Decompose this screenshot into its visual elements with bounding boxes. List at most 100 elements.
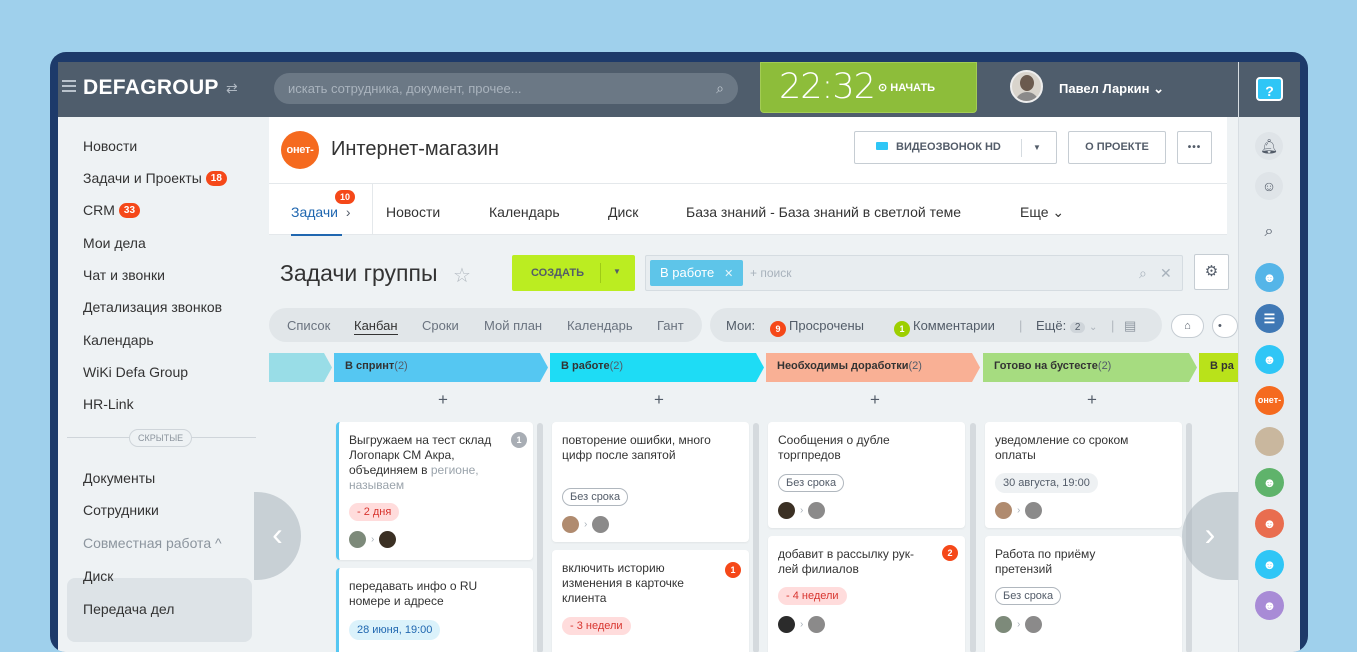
view-gantt[interactable]: Гант (657, 318, 684, 333)
column-scrollbar[interactable] (753, 423, 759, 652)
robot-icon[interactable]: ⌂ (1171, 314, 1204, 338)
task-card[interactable]: включить историю изменения в карточке кл… (552, 550, 749, 652)
user-menu[interactable]: Павел Ларкин ⌄ (1059, 81, 1164, 97)
contact-avatar[interactable]: ☻ (1255, 468, 1284, 497)
task-card[interactable]: добавит в рассылку рук-лей филиалов 2 - … (768, 536, 965, 652)
tab-more[interactable]: Еще ⌄ (1020, 204, 1064, 221)
deadline-tag[interactable]: - 2 дня (349, 503, 400, 521)
project-avatar[interactable]: онет- (1255, 386, 1284, 415)
avatar[interactable] (808, 616, 826, 634)
chat-icon[interactable]: ▤ (1124, 318, 1136, 334)
switch-icon[interactable]: ⇄ (226, 80, 238, 97)
search-input[interactable]: искать сотрудника, документ, прочее... ⌕ (274, 73, 738, 104)
task-card[interactable]: повторение ошибки, много цифр после запя… (552, 422, 749, 542)
avatar[interactable] (995, 616, 1012, 634)
bell-icon[interactable]: 🔔︎ (1255, 132, 1283, 160)
gear-icon[interactable]: ⚙ (1194, 254, 1229, 290)
column-scrollbar[interactable] (537, 423, 543, 652)
star-icon[interactable]: ☆ (453, 263, 471, 288)
avatar[interactable] (778, 502, 795, 520)
comments-counter[interactable]: 1 Комментарии (894, 318, 995, 337)
column-ready-header[interactable]: Готово на бустесте(2) (983, 353, 1111, 382)
avatar[interactable] (995, 502, 1012, 520)
view-kanban[interactable]: Канбан (354, 318, 398, 335)
tab-news[interactable]: Новости (386, 204, 440, 220)
sidebar-item-wiki[interactable]: WiKi Defa Group (83, 364, 188, 380)
deadline-tag[interactable]: - 3 недели (562, 617, 631, 635)
close-icon[interactable]: ✕ (724, 268, 733, 280)
add-task-button[interactable]: + (654, 390, 664, 410)
more-options-icon[interactable]: • (1212, 314, 1238, 338)
sidebar-item-documents[interactable]: Документы (83, 470, 155, 486)
task-card[interactable]: Работа по приёму претензий Без срока › (985, 536, 1182, 652)
contact-avatar[interactable]: ☻ (1255, 591, 1284, 620)
filter-search[interactable]: В работе ✕ + поиск ⌕ ✕ (645, 255, 1183, 291)
add-task-button[interactable]: + (1087, 390, 1097, 410)
work-timer[interactable]: 22:32 ⊙ НАЧАТЬ (760, 62, 977, 113)
chevron-down-icon[interactable]: ▼ (613, 267, 621, 276)
avatar[interactable] (1025, 502, 1043, 520)
chat-icon[interactable]: ☺ (1255, 172, 1283, 200)
more-button[interactable]: ••• (1177, 131, 1212, 164)
contact-avatar[interactable]: ☻ (1255, 509, 1284, 538)
sidebar-item-my-affairs[interactable]: Мои дела (83, 235, 146, 251)
tab-tasks[interactable]: Задачи › (291, 204, 351, 220)
user-avatar[interactable] (1010, 70, 1043, 103)
avatar[interactable] (592, 516, 610, 534)
overdue-counter[interactable]: 9 Просрочены (770, 318, 864, 337)
tab-disk[interactable]: Диск (608, 204, 638, 220)
create-button[interactable]: СОЗДАТЬ ▼ (512, 255, 635, 291)
sidebar-item-calendar[interactable]: Календарь (83, 332, 154, 348)
sidebar-item-transfer[interactable]: Передача дел (83, 601, 174, 617)
column-scrollbar[interactable] (970, 423, 976, 652)
sidebar-item-news[interactable]: Новости (83, 138, 137, 154)
video-call-button[interactable]: ВИДЕОЗВОНОК HD ▼ (854, 131, 1057, 164)
start-button[interactable]: ⊙ НАЧАТЬ (878, 81, 935, 94)
project-logo[interactable]: онет- (281, 131, 319, 169)
group-chat-avatar[interactable]: ☰ (1255, 304, 1284, 333)
chevron-down-icon[interactable]: ▼ (1033, 132, 1041, 163)
contact-avatar[interactable] (1255, 427, 1284, 456)
contact-avatar[interactable]: ☻ (1255, 345, 1284, 374)
column-inwork-header[interactable]: В работе(2) (550, 353, 623, 382)
task-card[interactable]: передавать инфо о RU номере и адресе 28 … (336, 568, 533, 652)
more-counters[interactable]: Ещё: 2 ⌄ (1036, 318, 1097, 333)
deadline-tag[interactable]: Без срока (562, 488, 629, 506)
sidebar-item-tasks[interactable]: Задачи и Проекты 18 (83, 170, 227, 186)
sidebar-item-hrlink[interactable]: HR-Link (83, 396, 134, 412)
avatar[interactable] (349, 531, 366, 549)
task-card[interactable]: Сообщения о дубле торгпредов Без срока › (768, 422, 965, 528)
avatar[interactable] (778, 616, 795, 634)
sidebar-item-crm[interactable]: CRM 33 (83, 202, 141, 218)
add-task-button[interactable]: + (438, 390, 448, 410)
column-rework-header[interactable]: Необходимы доработки(2) (766, 353, 922, 382)
filter-chip[interactable]: В работе ✕ (650, 260, 744, 286)
search-icon[interactable]: ⌕ (1255, 218, 1283, 246)
column-sprint-header[interactable]: В спринт(2) (334, 353, 408, 382)
task-card[interactable]: уведомление со сроком оплаты 30 августа,… (985, 422, 1182, 528)
sidebar-item-call-details[interactable]: Детализация звонков (83, 299, 222, 315)
search-icon[interactable]: ⌕ (1139, 265, 1147, 282)
view-deadlines[interactable]: Сроки (422, 318, 459, 333)
sidebar-item-employees[interactable]: Сотрудники (83, 502, 159, 518)
company-logo[interactable]: DEFAGROUP (83, 76, 219, 100)
help-icon[interactable]: ? (1256, 77, 1283, 101)
contact-avatar[interactable]: ☻ (1255, 263, 1284, 292)
hidden-section-label[interactable]: СКРЫТЫЕ (129, 429, 193, 447)
sidebar-item-collab[interactable]: Совместная работа ^ (83, 535, 222, 551)
chevron-left-icon[interactable]: ‹ (254, 492, 301, 580)
deadline-tag[interactable]: 28 июня, 19:00 (349, 620, 441, 640)
contact-avatar[interactable]: ☻ (1255, 550, 1284, 579)
close-icon[interactable]: ✕ (1160, 265, 1172, 282)
view-list[interactable]: Список (287, 318, 330, 333)
view-my-plan[interactable]: Мой план (484, 318, 542, 333)
deadline-tag[interactable]: - 4 недели (778, 587, 847, 605)
sidebar-item-chat[interactable]: Чат и звонки (83, 267, 165, 283)
task-card[interactable]: Выгружаем на тест склад Логопарк СМ Акра… (336, 422, 533, 560)
add-task-button[interactable]: + (870, 390, 880, 410)
sidebar-item-disk[interactable]: Диск (83, 568, 113, 584)
column-next-header[interactable]: В ра (1199, 353, 1234, 382)
tab-knowledge-base[interactable]: База знаний - База знаний в светлой теме (686, 204, 961, 220)
avatar[interactable] (379, 531, 397, 549)
deadline-tag[interactable]: 30 августа, 19:00 (995, 473, 1098, 493)
